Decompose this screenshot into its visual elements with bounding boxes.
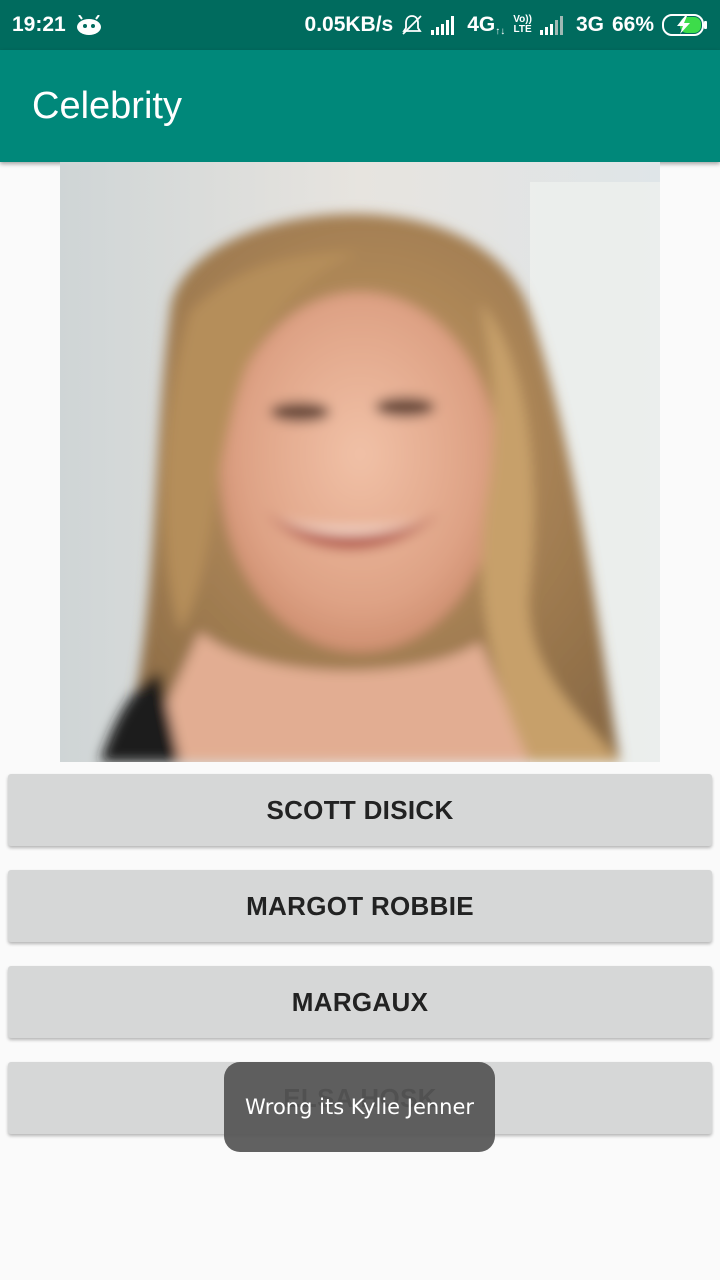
android-icon — [76, 15, 102, 35]
answer-button-1[interactable]: SCOTT DISICK — [8, 774, 712, 846]
status-time: 19:21 — [12, 13, 66, 36]
answer-button-3[interactable]: MARGAUX — [8, 966, 712, 1038]
toast-message: Wrong its Kylie Jenner — [224, 1062, 495, 1152]
battery-percent: 66% — [611, 13, 654, 36]
signal-icon — [539, 15, 568, 35]
celebrity-photo — [60, 162, 660, 762]
network-type-3g: 3G — [575, 13, 604, 36]
app-bar: Celebrity — [0, 50, 720, 162]
celebrity-photo-image — [60, 162, 660, 762]
network-type-4g: 4G ↑↓ — [467, 13, 506, 37]
data-arrows: ↑↓ — [495, 26, 506, 37]
volte-icon: Vo)) LTE — [513, 14, 532, 35]
toast-text: Wrong its Kylie Jenner — [244, 1095, 475, 1119]
network-speed: 0.05KB/s — [304, 13, 394, 36]
signal-icon — [431, 15, 459, 35]
mute-bell-icon — [401, 14, 423, 36]
status-bar: 19:21 0.05KB/s 4G ↑↓ Vo)) LTE 3G 66% — [0, 0, 720, 50]
answer-button-2[interactable]: MARGOT ROBBIE — [8, 870, 712, 942]
battery-charging-icon — [662, 13, 708, 37]
app-title: Celebrity — [32, 84, 182, 127]
